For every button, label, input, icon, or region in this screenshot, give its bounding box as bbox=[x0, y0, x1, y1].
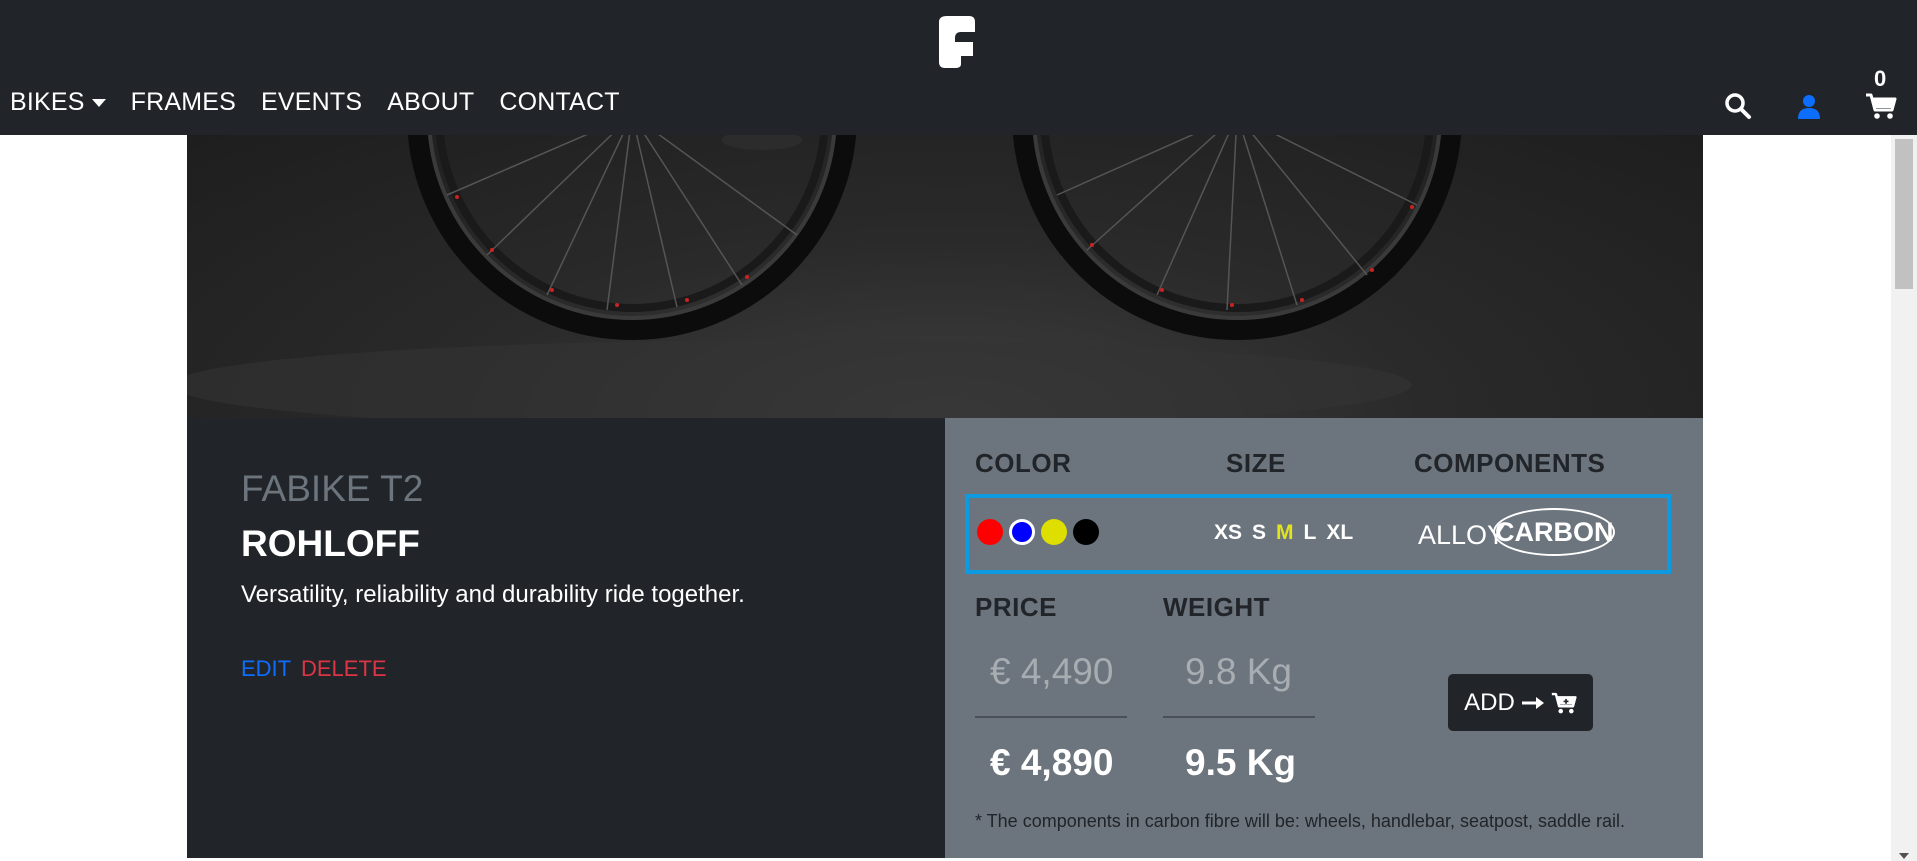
product-hero-image bbox=[187, 135, 1703, 419]
carbon-note: * The components in carbon fibre will be… bbox=[975, 811, 1626, 831]
scroll-down-arrow-icon[interactable] bbox=[1899, 853, 1909, 859]
product-brand: FABIKE T2 bbox=[241, 468, 424, 509]
product-options-panel: COLOR SIZE COMPONENTS XS S M L XL ALLOY … bbox=[945, 418, 1703, 858]
options-selector: XS S M L XL ALLOY CARBON bbox=[965, 494, 1671, 574]
color-swatch-red[interactable] bbox=[977, 519, 1003, 545]
weight-divider bbox=[1163, 716, 1315, 718]
color-header: COLOR bbox=[975, 448, 1072, 478]
user-icon[interactable] bbox=[1797, 94, 1821, 120]
price-header: PRICE bbox=[975, 592, 1057, 622]
components-header: COMPONENTS bbox=[1414, 448, 1606, 478]
size-s[interactable]: S bbox=[1252, 521, 1266, 545]
color-swatch-yellow[interactable] bbox=[1041, 519, 1067, 545]
scrollbar-thumb[interactable] bbox=[1895, 139, 1913, 289]
color-swatch-blue[interactable] bbox=[1009, 519, 1035, 545]
color-swatch-black[interactable] bbox=[1073, 519, 1099, 545]
caret-down-icon bbox=[91, 98, 106, 107]
bike-wheels-image bbox=[187, 135, 1462, 419]
final-price: € 4,890 bbox=[990, 742, 1114, 783]
product-info-panel: FABIKE T2 ROHLOFF Versatility, reliabili… bbox=[187, 418, 945, 858]
size-options: XS S M L XL bbox=[1214, 521, 1353, 545]
delete-link[interactable]: DELETE bbox=[301, 656, 387, 682]
size-header: SIZE bbox=[1226, 448, 1286, 478]
cart-icon bbox=[1866, 93, 1897, 119]
weight-header: WEIGHT bbox=[1163, 592, 1270, 622]
nav-bikes-label: BIKES bbox=[10, 88, 85, 116]
product-model: ROHLOFF bbox=[241, 523, 420, 564]
cart-plus-icon bbox=[1551, 692, 1577, 713]
scrollbar[interactable] bbox=[1891, 135, 1917, 861]
nav-about[interactable]: ABOUT bbox=[387, 88, 474, 117]
size-m[interactable]: M bbox=[1276, 521, 1294, 545]
nav-contact[interactable]: CONTACT bbox=[499, 88, 619, 117]
size-l[interactable]: L bbox=[1304, 521, 1317, 545]
size-xs[interactable]: XS bbox=[1214, 521, 1242, 545]
edit-link[interactable]: EDIT bbox=[241, 656, 291, 682]
cart-count: 0 bbox=[1874, 66, 1887, 91]
logo-icon[interactable] bbox=[935, 14, 977, 70]
price-divider bbox=[975, 716, 1127, 718]
base-weight: 9.8 Kg bbox=[1185, 651, 1292, 692]
arrow-right-icon bbox=[1521, 696, 1544, 709]
add-button-label: ADD bbox=[1464, 688, 1515, 716]
component-carbon[interactable]: CARBON bbox=[1493, 508, 1615, 556]
product-tagline: Versatility, reliability and durability … bbox=[241, 581, 745, 608]
add-to-cart-button[interactable]: ADD bbox=[1448, 674, 1593, 731]
nav-events[interactable]: EVENTS bbox=[261, 88, 362, 117]
main-nav: BIKES FRAMES EVENTS ABOUT CONTACT bbox=[10, 88, 645, 117]
cart-button[interactable]: 0 bbox=[1865, 66, 1899, 122]
search-icon[interactable] bbox=[1724, 92, 1752, 120]
nav-frames[interactable]: FRAMES bbox=[131, 88, 236, 117]
base-price: € 4,490 bbox=[990, 651, 1114, 692]
nav-bikes[interactable]: BIKES bbox=[10, 88, 106, 117]
component-alloy[interactable]: ALLOY bbox=[1418, 520, 1505, 551]
final-weight: 9.5 Kg bbox=[1185, 742, 1297, 783]
navbar: BIKES FRAMES EVENTS ABOUT CONTACT 0 bbox=[0, 0, 1917, 135]
size-xl[interactable]: XL bbox=[1326, 521, 1353, 545]
